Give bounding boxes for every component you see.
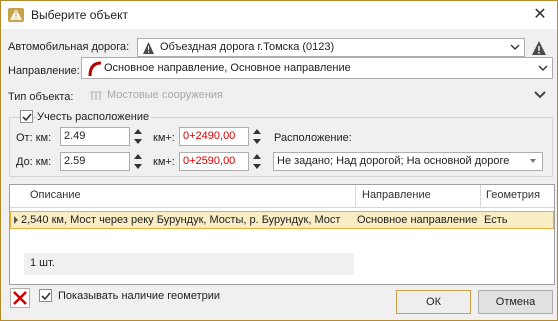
objects-table: Описание Направление Геометрия 2,540 км,…: [9, 184, 555, 285]
close-button[interactable]: ✕: [529, 5, 551, 25]
from-km-label: От: км:: [16, 132, 52, 144]
row-direction: Основное направление: [357, 214, 478, 226]
table-row[interactable]: 2,540 км, Мост через реку Бурундук, Мост…: [10, 211, 554, 229]
table-header: Описание Направление Геометрия: [10, 185, 554, 208]
road-info-icon[interactable]: [531, 40, 547, 56]
from-kmplus-label: км+:: [153, 132, 175, 144]
clear-selection-icon[interactable]: [10, 288, 30, 308]
from-kmplus-input[interactable]: 0+2490,00: [179, 127, 249, 146]
from-km-spinner[interactable]: [132, 127, 144, 146]
show-geometry-label: Показывать наличие геометрии: [58, 290, 221, 302]
direction-combo[interactable]: Основное направление, Основное направлен…: [81, 57, 553, 79]
to-km-label: До: км:: [16, 156, 52, 168]
to-kmplus-input[interactable]: 0+2590,00: [179, 152, 249, 171]
to-km-spinner[interactable]: [132, 152, 144, 171]
direction-label: Направление:: [8, 65, 80, 77]
road-label: Автомобильная дорога:: [8, 41, 130, 53]
road-sign-icon: [8, 8, 24, 22]
column-header-description[interactable]: Описание: [30, 189, 81, 201]
row-description: 2,540 км, Мост через реку Бурундук, Мост…: [21, 214, 341, 226]
check-icon: [41, 292, 51, 301]
row-geometry: Есть: [484, 214, 508, 226]
cancel-button[interactable]: Отмена: [478, 290, 553, 314]
chevron-down-icon: [510, 44, 520, 50]
placement-combo[interactable]: Не задано; Над дорогой; На основной доро…: [273, 152, 543, 171]
to-km-input[interactable]: 2.59: [60, 152, 130, 171]
from-km-input[interactable]: 2.49: [60, 127, 130, 146]
check-icon: [22, 113, 32, 122]
placement-label: Расположение:: [274, 132, 352, 144]
title-bar: Выберите объект ✕: [1, 1, 557, 29]
ok-button[interactable]: ОК: [396, 290, 471, 314]
table-footer: 1 шт.: [24, 253, 354, 275]
column-header-direction[interactable]: Направление: [362, 189, 431, 201]
show-geometry-checkbox[interactable]: [39, 289, 52, 302]
road-warning-icon: [143, 42, 154, 54]
location-checkbox[interactable]: [20, 110, 33, 123]
object-type-value: Мостовые сооружения: [107, 89, 223, 101]
bridge-icon: [90, 91, 102, 100]
direction-value: Основное направление, Основное направлен…: [104, 62, 351, 74]
object-type-chevron-icon[interactable]: [534, 90, 546, 100]
road-value: Объездная дорога г.Томска (0123): [160, 41, 335, 53]
road-combo[interactable]: Объездная дорога г.Томска (0123): [137, 38, 525, 57]
to-kmplus-label: км+:: [153, 156, 175, 168]
chevron-down-icon: [538, 65, 548, 71]
to-kmplus-spinner[interactable]: [251, 152, 263, 171]
from-kmplus-spinner[interactable]: [251, 127, 263, 146]
location-checkbox-label: Учесть расположение: [37, 111, 152, 123]
row-count: 1 шт.: [30, 257, 55, 269]
object-type-label: Тип объекта:: [8, 91, 74, 103]
column-header-geometry[interactable]: Геометрия: [486, 189, 540, 201]
direction-icon: [88, 61, 102, 77]
placement-value: Не задано; Над дорогой; На основной доро…: [277, 155, 510, 167]
dialog-window: Выберите объект ✕ Автомобильная дорога: …: [0, 0, 558, 321]
row-indicator-icon: [14, 216, 18, 224]
chevron-down-icon: [530, 159, 536, 163]
window-title: Выберите объект: [31, 8, 128, 22]
